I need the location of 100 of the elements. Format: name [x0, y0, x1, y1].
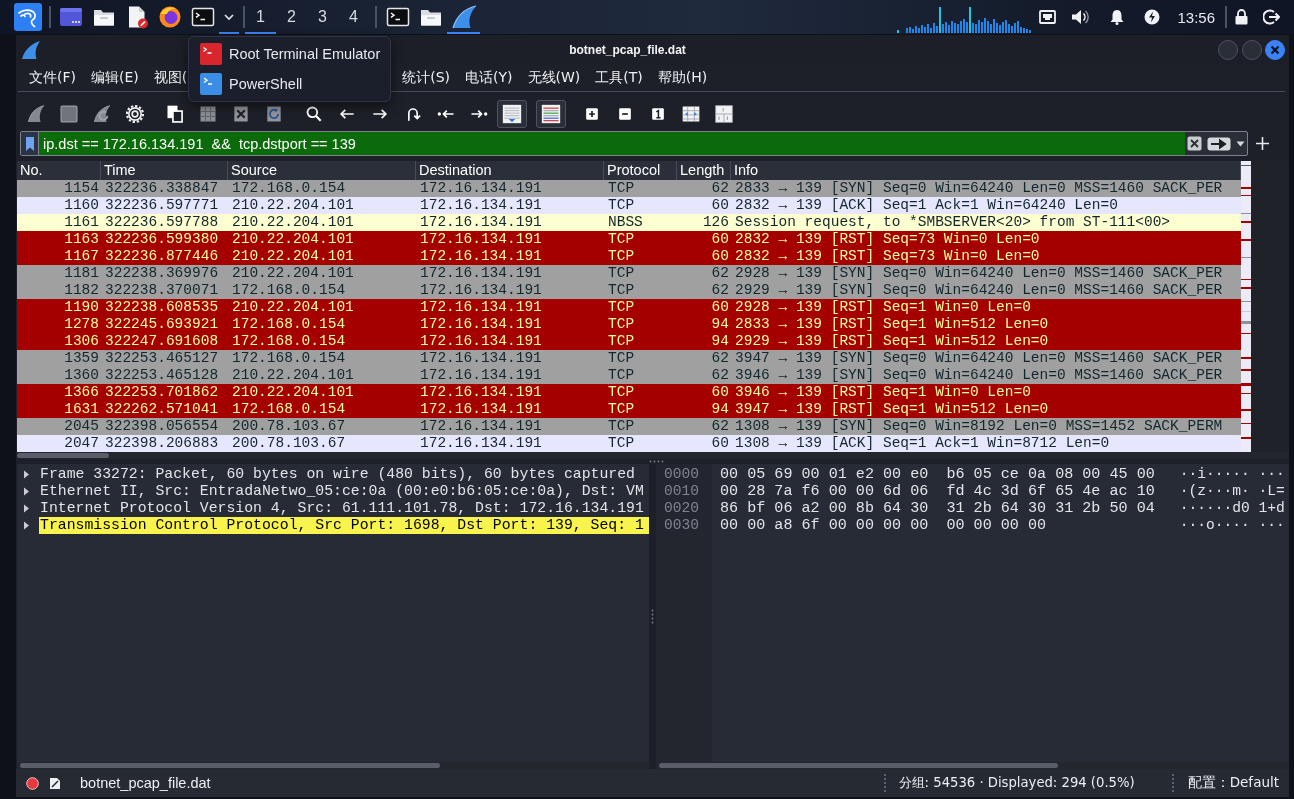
colorize-button[interactable]	[536, 100, 566, 128]
byte-offset: 0010	[664, 483, 701, 500]
documents-icon	[165, 104, 185, 124]
note-edit-icon[interactable]	[49, 776, 61, 790]
packet-row[interactable]: 1163 322236.599380 210.22.204.101 172.16.134.191 TCP 60 2832 → 139 [RST] Seq=73 Win=0 Len=0	[17, 231, 1241, 248]
table-cell-text: 172.16.134.191	[419, 384, 543, 401]
table-cell-text: TCP	[607, 333, 636, 350]
packet-row[interactable]: 1182 322238.370071 172.168.0.154 172.16.134.191 TCP 62 2929 → 139 [SYN] Seq=0 Win=64240 Len=0 MSS=1460 SACK_PER	[17, 282, 1241, 299]
grip-icon[interactable]	[651, 608, 654, 625]
network-icon[interactable]	[1039, 10, 1057, 24]
fin-icon	[450, 5, 477, 29]
packet-row[interactable]: 1359 322253.465127 172.168.0.154 172.16.134.191 TCP 62 3947 → 139 [SYN] Seq=0 Win=64240 Len=0 MSS=1460 SACK_PER	[17, 350, 1241, 367]
packet-row[interactable]: 1366 322253.701862 210.22.204.101 172.16.134.191 TCP 60 3946 → 139 [RST] Seq=1 Win=0 Len=0	[17, 384, 1241, 401]
document-refresh-icon	[264, 104, 284, 124]
error-dot-icon[interactable]	[26, 776, 39, 790]
table-cell-text: 322238.608535	[104, 299, 220, 316]
packet-row[interactable]: 1278 322245.693921 172.168.0.154 172.16.134.191 TCP 94 2833 → 139 [RST] Seq=1 Win=512 Len=0	[17, 316, 1241, 333]
lock-icon[interactable]	[1235, 9, 1248, 25]
table-cell-text: 210.22.204.101	[231, 299, 355, 316]
menu-item[interactable]: 电话(Y)	[465, 69, 513, 87]
menu-item[interactable]: 文件(F)	[29, 69, 76, 87]
lightning-icon[interactable]	[1144, 9, 1161, 25]
packet-row[interactable]: 1154 322236.338847 172.168.0.154 172.16.134.191 TCP 62 2833 → 139 [SYN] Seq=0 Win=64240 Len=0 MSS=1460 SACK_PER	[17, 180, 1241, 197]
browser-icon[interactable]	[157, 5, 182, 29]
menu-item[interactable]: 统计(S)	[402, 69, 451, 87]
menu-item[interactable]: Root Terminal Emulator	[189, 39, 390, 69]
close-button[interactable]	[1265, 40, 1285, 60]
table-cell-text: TCP	[607, 367, 636, 384]
file-name: botnet_pcap_file.dat	[80, 775, 211, 791]
table-cell-text: 172.168.0.154	[231, 180, 347, 197]
filter-field[interactable]: ip.dst == 172.16.134.191 && tcp.dstport == 139	[39, 132, 1185, 155]
table-cell-text: 62	[710, 418, 730, 435]
table-cell-text: 60	[710, 231, 730, 248]
packet-row[interactable]: 1306 322247.691608 172.168.0.154 172.16.134.191 TCP 94 2929 → 139 [RST] Seq=1 Win=512 Len=0	[17, 333, 1241, 350]
table-cell-text: 172.16.134.191	[419, 265, 543, 282]
workspace-button[interactable]: 2	[276, 0, 307, 34]
packet-row[interactable]: 1181 322238.369976 210.22.204.101 172.16.134.191 TCP 62 2928 → 139 [SYN] Seq=0 Win=64240 Len=0 MSS=1460 SACK_PER	[17, 265, 1241, 282]
menu-item[interactable]: 帮助(H)	[657, 69, 708, 87]
scrollbar-thumb[interactable]	[17, 453, 109, 458]
packet-row[interactable]: 2047 322398.206883 200.78.103.67 172.16.134.191 TCP 60 1308 → 139 [ACK] Seq=1 Ack=1 Win=8712 Len=0	[17, 435, 1241, 452]
scrollbar-thumb[interactable]	[659, 763, 1058, 768]
ascii-bytes: ··i····· ···	[1179, 466, 1285, 483]
tree-item[interactable]: Frame 33272: Packet, 60 bytes on wire (480 bits), 60 bytes captured	[39, 466, 649, 483]
tree-item[interactable]: Internet Protocol Version 4, Src: 61.111.101.78, Dst: 172.16.134.191	[39, 500, 649, 517]
pane-layout-icon	[714, 104, 734, 124]
menu-item[interactable]: 无线(W)	[527, 69, 581, 87]
menu-item[interactable]: 视图(	[153, 69, 188, 87]
table-cell-text: TCP	[607, 180, 636, 197]
caret-icon[interactable]	[23, 521, 30, 530]
table-cell-text: 60	[710, 248, 730, 265]
add-filter-button[interactable]	[1256, 137, 1269, 150]
table-cell-text: 1163	[63, 231, 100, 248]
caret-icon[interactable]	[23, 487, 30, 496]
packet-row[interactable]: 1360 322253.465128 210.22.204.101 172.16.134.191 TCP 62 3946 → 139 [SYN] Seq=0 Win=64240 Len=0 MSS=1460 SACK_PER	[17, 367, 1241, 384]
table-cell-text: 1160	[63, 197, 100, 214]
scrollbar-thumb[interactable]	[20, 763, 440, 768]
byte-offset: 0020	[664, 500, 701, 517]
fin-refresh-icon	[92, 104, 112, 124]
packet-row[interactable]: 1190 322238.608535 210.22.204.101 172.16.134.191 TCP 60 2928 → 139 [RST] Seq=1 Win=0 Len=0	[17, 299, 1241, 316]
table-cell-text: 1359	[63, 350, 100, 367]
caret-icon[interactable]	[23, 470, 30, 479]
table-cell-text: 60	[710, 384, 730, 401]
menu-item[interactable]: 编辑(E)	[91, 69, 139, 87]
tree-item[interactable]: Transmission Control Protocol, Src Port: 1698, Dst Port: 139, Seq: 1	[39, 517, 649, 534]
table-cell-text: 60	[710, 435, 730, 452]
bookmark-button[interactable]	[21, 132, 39, 155]
table-cell-text: 210.22.204.101	[231, 265, 355, 282]
table-cell-text: TCP	[607, 231, 636, 248]
bell-icon[interactable]	[1109, 9, 1126, 25]
table-cell-text: 210.22.204.101	[231, 231, 355, 248]
logout-icon[interactable]	[1263, 9, 1280, 25]
workspace-button[interactable]: 3	[307, 0, 338, 34]
workspace-button[interactable]: 4	[338, 0, 369, 34]
terminal-icon[interactable]	[190, 5, 215, 29]
table-cell-text: NBSS	[607, 214, 644, 231]
table-cell-text: 172.168.0.154	[231, 350, 347, 367]
logo-icon[interactable]	[14, 3, 42, 31]
menu-item[interactable]: 工具(T)	[595, 69, 643, 87]
table-cell-text: 2833 → 139 [RST] Seq=1 Win=512 Len=0	[734, 316, 1050, 333]
table-cell-text: 172.16.134.191	[419, 333, 543, 350]
table-cell-text: 322236.597788	[104, 214, 220, 231]
menu-item[interactable]: PowerShell	[189, 69, 390, 99]
packet-row[interactable]: 1161 322236.597788 210.22.204.101 172.16.134.191 NBSS 126 Session request, to *SMBSERVER<20> from ST-111<00>	[17, 214, 1241, 231]
tree-item[interactable]: Ethernet II, Src: EntradaNetwo_05:ce:0a (00:e0:b6:05:ce:0a), Dst: VM	[39, 483, 649, 500]
window-icon[interactable]	[58, 5, 83, 29]
table-cell-text: TCP	[607, 350, 636, 367]
prompt-icon	[200, 73, 222, 95]
caret-icon[interactable]	[23, 504, 30, 513]
table-cell-text: 2047	[63, 435, 100, 452]
profile-label[interactable]: 配置：Default	[1187, 774, 1279, 792]
table-cell-text: TCP	[607, 401, 636, 418]
table-cell-text: TCP	[607, 299, 636, 316]
volume-icon[interactable]	[1071, 9, 1090, 25]
packet-row[interactable]: 1167 322236.877446 210.22.204.101 172.16.134.191 TCP 60 2832 → 139 [RST] Seq=73 Win=0 Len=0	[17, 248, 1241, 265]
packet-minimap[interactable]	[1241, 161, 1251, 452]
table-cell-text: 1161	[63, 214, 100, 231]
packet-row[interactable]: 1160 322236.597771 210.22.204.101 172.16.134.191 TCP 60 2832 → 139 [ACK] Seq=1 Ack=1 Win=64240 Len=0	[17, 197, 1241, 214]
packet-row[interactable]: 1631 322262.571041 172.168.0.154 172.16.134.191 TCP 94 3947 → 139 [RST] Seq=1 Win=512 Len=0	[17, 401, 1241, 418]
packet-row[interactable]: 2045 322398.056554 200.78.103.67 172.16.134.191 TCP 62 1308 → 139 [SYN] Seq=0 Win=8192 Len=0 MSS=1452 SACK_PERM	[17, 418, 1241, 435]
autoscroll-button[interactable]	[497, 100, 527, 128]
